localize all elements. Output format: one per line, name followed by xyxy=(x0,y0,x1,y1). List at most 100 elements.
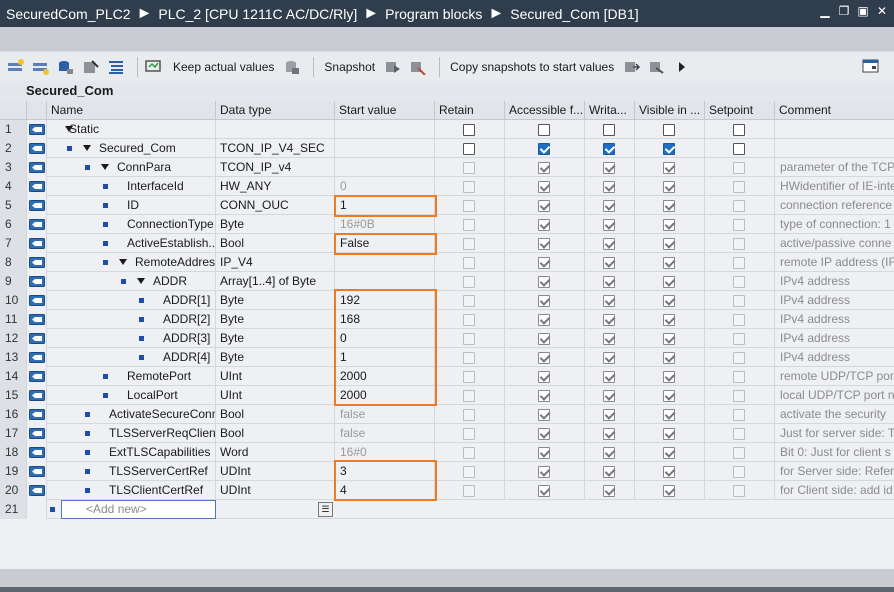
name-cell[interactable]: Secured_Com xyxy=(47,139,216,158)
visible-checkbox[interactable] xyxy=(663,257,675,269)
panel-layout-icon[interactable] xyxy=(862,58,880,77)
add-row-icon[interactable] xyxy=(31,58,51,76)
header-start-value[interactable]: Start value xyxy=(335,101,435,120)
retain-checkbox[interactable] xyxy=(463,219,475,231)
setpoint-checkbox[interactable] xyxy=(733,162,745,174)
start-value-cell[interactable] xyxy=(335,139,435,158)
snapshot-icon[interactable] xyxy=(383,58,403,76)
table-row[interactable]: 15 LocalPort UInt 2000 local UDP/TCP port nu xyxy=(0,386,894,405)
setpoint-checkbox[interactable] xyxy=(733,314,745,326)
setpoint-checkbox[interactable] xyxy=(733,276,745,288)
expand-collapse-icon[interactable] xyxy=(101,164,109,170)
name-cell[interactable]: TLSClientCertRef xyxy=(47,481,216,500)
data-type-cell[interactable]: Bool xyxy=(216,234,335,253)
comment-cell[interactable]: IPv4 address xyxy=(775,329,894,348)
name-cell[interactable]: ADDR[2] xyxy=(47,310,216,329)
minimize-icon[interactable]: ▁ xyxy=(819,5,831,17)
visible-checkbox[interactable] xyxy=(663,238,675,250)
accessible-checkbox[interactable] xyxy=(538,219,550,231)
writable-checkbox[interactable] xyxy=(603,200,615,212)
visible-checkbox[interactable] xyxy=(663,200,675,212)
writable-checkbox[interactable] xyxy=(603,143,615,155)
retain-checkbox[interactable] xyxy=(463,257,475,269)
table-row[interactable]: 17 TLSServerReqClient...Boolfalse Just for… xyxy=(0,424,894,443)
start-value-cell[interactable]: 192 xyxy=(335,291,435,310)
writable-checkbox[interactable] xyxy=(603,390,615,402)
maximize-icon[interactable]: ▣ xyxy=(857,5,869,17)
writable-checkbox[interactable] xyxy=(603,124,615,136)
header-visible[interactable]: Visible in ... xyxy=(635,101,705,120)
data-type-cell[interactable]: UInt xyxy=(216,367,335,386)
name-cell[interactable]: ADDR[3] xyxy=(47,329,216,348)
start-value-cell[interactable]: 16#0 xyxy=(335,443,435,462)
retain-checkbox[interactable] xyxy=(463,352,475,364)
comment-cell[interactable]: IPv4 address xyxy=(775,272,894,291)
retain-checkbox[interactable] xyxy=(463,409,475,421)
visible-checkbox[interactable] xyxy=(663,219,675,231)
start-value-cell[interactable]: 2000 xyxy=(335,386,435,405)
start-value-cell[interactable]: 0 xyxy=(335,177,435,196)
overflow-arrow-icon[interactable] xyxy=(672,58,692,76)
visible-checkbox[interactable] xyxy=(663,466,675,478)
visible-checkbox[interactable] xyxy=(663,333,675,345)
writable-checkbox[interactable] xyxy=(603,333,615,345)
name-cell[interactable]: ID xyxy=(47,196,216,215)
table-row[interactable]: 1 Static xyxy=(0,120,894,139)
data-type-cell[interactable]: Byte xyxy=(216,329,335,348)
accessible-checkbox[interactable] xyxy=(538,466,550,478)
data-type-cell[interactable]: HW_ANY xyxy=(216,177,335,196)
retain-checkbox[interactable] xyxy=(463,124,475,136)
accessible-checkbox[interactable] xyxy=(538,371,550,383)
start-value-cell[interactable]: 16#0B xyxy=(335,215,435,234)
comment-cell[interactable]: connection reference xyxy=(775,196,894,215)
start-value-cell[interactable] xyxy=(335,272,435,291)
name-cell[interactable]: ActivateSecureConn xyxy=(47,405,216,424)
comment-cell[interactable]: IPv4 address xyxy=(775,310,894,329)
start-value-cell[interactable]: 0 xyxy=(335,329,435,348)
monitor-icon[interactable] xyxy=(144,58,164,76)
data-type-cell[interactable]: IP_V4 xyxy=(216,253,335,272)
visible-checkbox[interactable] xyxy=(663,276,675,288)
table-row[interactable]: 8 RemoteAddress IP_V4 remote IP address (IF xyxy=(0,253,894,272)
comment-cell[interactable]: HWidentifier of IE-inte xyxy=(775,177,894,196)
accessible-checkbox[interactable] xyxy=(538,276,550,288)
data-type-cell[interactable]: TCON_IP_V4_SEC xyxy=(216,139,335,158)
comment-cell[interactable]: type of connection: 1 xyxy=(775,215,894,234)
data-type-cell[interactable]: Byte xyxy=(216,291,335,310)
snapshot-alt-icon[interactable] xyxy=(408,58,428,76)
name-cell[interactable]: ExtTLSCapabilities xyxy=(47,443,216,462)
accessible-checkbox[interactable] xyxy=(538,124,550,136)
retain-checkbox[interactable] xyxy=(463,238,475,250)
table-row[interactable]: 7 ActiveEstablish... Bool False active/passi… xyxy=(0,234,894,253)
name-cell[interactable]: ADDR[4] xyxy=(47,348,216,367)
keep-actual-values-button[interactable]: Keep actual values xyxy=(173,60,274,74)
retain-checkbox[interactable] xyxy=(463,428,475,440)
table-row[interactable]: 14 RemotePort UInt 2000 remote UDP/TCP port xyxy=(0,367,894,386)
setpoint-checkbox[interactable] xyxy=(733,409,745,421)
retain-checkbox[interactable] xyxy=(463,390,475,402)
writable-checkbox[interactable] xyxy=(603,314,615,326)
header-retain[interactable]: Retain xyxy=(435,101,505,120)
writable-checkbox[interactable] xyxy=(603,428,615,440)
table-row[interactable]: 9 ADDR Array[1..4] of Byte IPv4 address xyxy=(0,272,894,291)
writable-checkbox[interactable] xyxy=(603,295,615,307)
comment-cell[interactable]: remote UDP/TCP port xyxy=(775,367,894,386)
comment-cell[interactable]: activate the security xyxy=(775,405,894,424)
data-type-cell[interactable]: Word xyxy=(216,443,335,462)
setpoint-checkbox[interactable] xyxy=(733,295,745,307)
name-cell[interactable]: ActiveEstablish... xyxy=(47,234,216,253)
data-type-cell[interactable]: UDInt xyxy=(216,481,335,500)
writable-checkbox[interactable] xyxy=(603,352,615,364)
retain-checkbox[interactable] xyxy=(463,314,475,326)
setpoint-checkbox[interactable] xyxy=(733,352,745,364)
setpoint-checkbox[interactable] xyxy=(733,238,745,250)
writable-checkbox[interactable] xyxy=(603,371,615,383)
list-icon[interactable] xyxy=(106,58,126,76)
data-type-cell[interactable]: Bool xyxy=(216,424,335,443)
visible-checkbox[interactable] xyxy=(663,390,675,402)
comment-cell[interactable]: Bit 0: Just for client s xyxy=(775,443,894,462)
accessible-checkbox[interactable] xyxy=(538,447,550,459)
name-cell[interactable]: RemotePort xyxy=(47,367,216,386)
header-accessible[interactable]: Accessible f... xyxy=(505,101,585,120)
start-value-cell[interactable]: 168 xyxy=(335,310,435,329)
